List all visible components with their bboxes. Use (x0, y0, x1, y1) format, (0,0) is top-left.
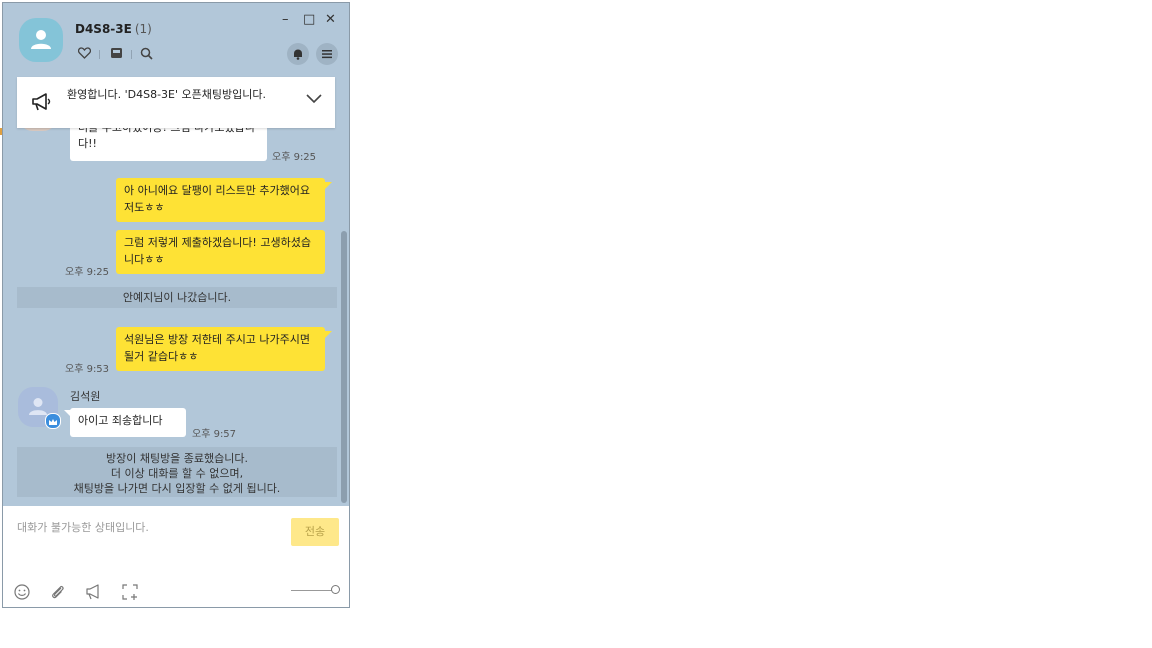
message-bubble-mine[interactable]: 그럼 저렇게 제출하겠습니다! 고생하셨습니다ㅎㅎ (116, 230, 325, 274)
message-time: 오후 9:25 (272, 152, 317, 163)
person-icon (31, 30, 51, 49)
slider-knob[interactable] (331, 585, 340, 594)
menu-button[interactable] (316, 43, 338, 65)
crown-icon (45, 413, 61, 429)
send-button[interactable]: 전송 (291, 518, 339, 546)
chevron-down-icon[interactable] (305, 93, 323, 105)
opacity-slider[interactable] (291, 585, 340, 594)
message-bubble-mine[interactable]: 석원님은 방장 저한테 주시고 나가주시면 될거 같습다ㅎㅎ (116, 327, 325, 371)
system-message-text: 방장이 채팅방을 종료했습니다. (105, 452, 249, 465)
message-input[interactable]: 대화가 불가능한 상태입니다. (17, 519, 149, 535)
room-name: D4S8-3E (75, 22, 132, 36)
maximize-button[interactable]: □ (303, 13, 315, 27)
capture-icon[interactable] (121, 583, 139, 601)
message-text: 그럼 저렇게 제출하겠습니다! 고생하셨습니다ㅎㅎ (124, 236, 311, 266)
message-time: 오후 9:25 (65, 267, 110, 278)
message-text: 석원님은 방장 저한테 주시고 나가주시면 될거 같습다ㅎㅎ (124, 333, 311, 363)
room-title: D4S8-3E (1) (75, 22, 152, 36)
heart-icon[interactable] (77, 47, 91, 61)
chat-window: D4S8-3E(1) – □ ✕ 너를 주고하였어 (2, 2, 350, 608)
message-input-area[interactable]: 대화가 불가능한 상태입니다. 전송 (3, 506, 349, 607)
menu-icon (322, 50, 332, 59)
room-avatar[interactable] (19, 18, 63, 62)
notice-text: 환영합니다. 'D4S8-3E' 오픈채팅방입니다. (67, 88, 266, 101)
attach-icon[interactable] (49, 583, 67, 601)
inbox-icon[interactable] (109, 47, 123, 61)
sender-name: 김석원 (70, 390, 101, 403)
close-button[interactable]: ✕ (325, 13, 336, 27)
message-bubble-mine[interactable]: 아 아니에요 달팽이 리스트만 추가했어요 저도ㅎㅎ (116, 178, 325, 222)
message-text: 아이고 죄송합니다 (78, 414, 163, 427)
system-message: 안예지님이 나갔습니다. (17, 287, 337, 308)
notice-banner[interactable]: 환영합니다. 'D4S8-3E' 오픈채팅방입니다. (17, 77, 335, 128)
system-message: 방장이 채팅방을 종료했습니다. 더 이상 대화를 할 수 없으며, 채팅방을 … (17, 447, 337, 497)
scrollbar[interactable] (341, 231, 347, 503)
minimize-button[interactable]: – (282, 13, 289, 27)
bell-button[interactable] (287, 43, 309, 65)
system-message-text: 채팅방을 나가면 다시 입장할 수 없게 됩니다. (73, 482, 281, 495)
megaphone-icon (32, 93, 51, 111)
search-icon[interactable] (139, 47, 153, 61)
emoji-icon[interactable] (13, 583, 31, 601)
bubble-tail (324, 182, 332, 190)
message-bubble-other[interactable]: 아이고 죄송합니다 (70, 408, 186, 437)
bubble-tail (324, 331, 332, 339)
message-text: 아 아니에요 달팽이 리스트만 추가했어요 저도ㅎㅎ (124, 184, 311, 214)
system-message-text: 더 이상 대화를 할 수 없으며, (110, 467, 244, 480)
message-time: 오후 9:53 (65, 364, 110, 375)
message-time: 오후 9:57 (192, 429, 237, 440)
member-count: (1) (134, 22, 152, 36)
person-icon (29, 398, 47, 415)
system-message-text: 안예지님이 나갔습니다. (122, 291, 232, 304)
announce-icon[interactable] (85, 583, 103, 601)
bell-icon (294, 49, 302, 60)
chat-header: D4S8-3E (1) – □ ✕ (3, 3, 349, 75)
